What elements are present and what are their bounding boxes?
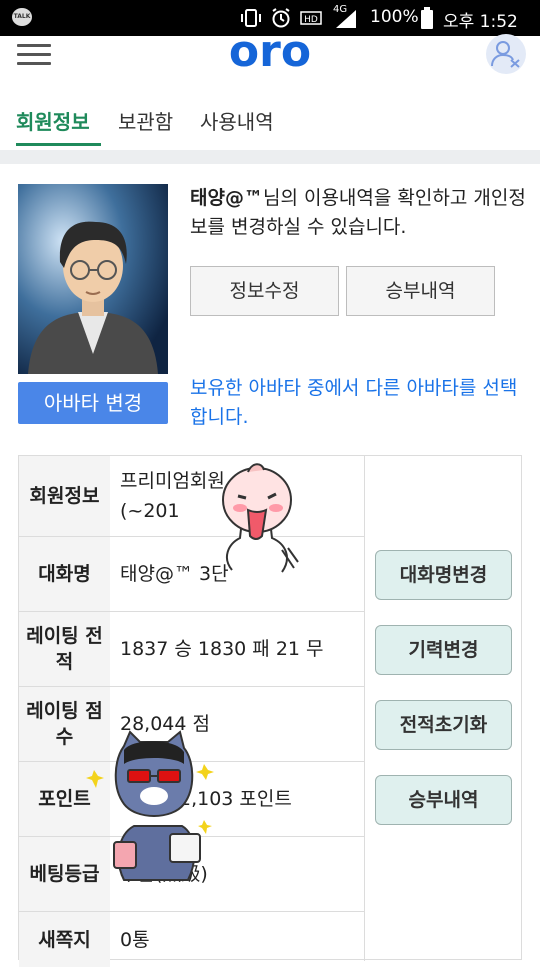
table-row: 새쪽지 0통 xyxy=(19,912,365,967)
tab-storage[interactable]: 보관함 xyxy=(118,106,173,135)
battery-percent: 100% xyxy=(370,7,419,27)
oro-logo: oro xyxy=(229,30,311,72)
row-label: 새쪽지 xyxy=(19,912,110,967)
row-label: 레이팅 전적 xyxy=(19,612,110,686)
signal-icon xyxy=(336,10,356,28)
section-divider xyxy=(0,150,540,164)
match-history-button[interactable]: 승부내역 xyxy=(346,266,495,316)
svg-text:oro: oro xyxy=(229,30,311,72)
status-icons: HD xyxy=(240,6,322,30)
profile-intro: 태양@™님의 이용내역을 확인하고 개인정보를 변경하실 수 있습니다. xyxy=(190,184,530,242)
talk-icon: TALK xyxy=(12,8,32,26)
row-label: 회원정보 xyxy=(19,456,110,536)
tab-usage-history[interactable]: 사용내역 xyxy=(200,106,274,135)
edit-info-button[interactable]: 정보수정 xyxy=(190,266,339,316)
vibrate-icon xyxy=(241,9,261,27)
user-icon[interactable] xyxy=(486,34,526,74)
column-divider xyxy=(364,456,365,961)
avatar-image xyxy=(18,184,168,374)
alarm-icon xyxy=(272,8,290,28)
table-row: 레이팅 전적 1837 승 1830 패 21 무 xyxy=(19,612,365,687)
change-avatar-button[interactable]: 아바타 변경 xyxy=(18,382,168,424)
tab-member-info[interactable]: 회원정보 xyxy=(16,106,90,135)
active-tab-indicator xyxy=(16,143,101,146)
row-value: 1837 승 1830 패 21 무 xyxy=(120,638,324,660)
avatar-note: 보유한 아바타 중에서 다른 아바타를 선택 합니다. xyxy=(190,377,518,428)
match-record-button[interactable]: 승부내역 xyxy=(375,775,512,825)
cat-sticker xyxy=(86,730,214,881)
reset-record-button[interactable]: 전적초기화 xyxy=(375,700,512,750)
table-row: 회원정보 프리미엄회원 (~201 xyxy=(19,456,365,537)
tab-bar: 회원정보 보관함 사용내역 xyxy=(0,96,540,148)
row-value: 0통 xyxy=(120,928,150,951)
change-rating-button[interactable]: 기력변경 xyxy=(375,625,512,675)
clock: 오후 1:52 xyxy=(443,12,518,32)
svg-text:HD: HD xyxy=(304,15,318,25)
battery-icon xyxy=(421,7,433,29)
hd-icon: HD xyxy=(300,11,322,25)
nickname: 태양@™ xyxy=(190,187,263,209)
menu-icon[interactable] xyxy=(17,44,51,66)
table-row: 대화명 태양@™ 3단 xyxy=(19,537,365,612)
row-label: 대화명 xyxy=(19,537,110,611)
change-nickname-button[interactable]: 대화명변경 xyxy=(375,550,512,600)
peach-sticker xyxy=(222,463,299,573)
